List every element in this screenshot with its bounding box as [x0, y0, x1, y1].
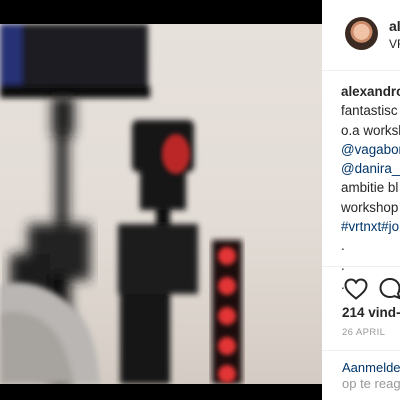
- login-prompt-text: op te reag: [342, 376, 400, 391]
- avatar[interactable]: [345, 17, 378, 50]
- location-link[interactable]: VR: [389, 37, 400, 51]
- post-photo[interactable]: [0, 24, 322, 384]
- post-side-panel: alexandro VR alexandro fantastisc o.a wo…: [322, 0, 400, 400]
- login-link[interactable]: Aanmelde: [342, 360, 400, 375]
- caption-line: workshop: [341, 199, 399, 215]
- post-date[interactable]: 26 APRIL: [342, 327, 385, 338]
- hashtag-link[interactable]: #vrtnxt#jo: [341, 219, 399, 234]
- caption-dot: .: [341, 238, 345, 254]
- mention-link[interactable]: @vagabor: [341, 142, 400, 157]
- heart-icon[interactable]: [344, 278, 368, 305]
- likes-count[interactable]: 214 vind-: [342, 305, 400, 320]
- divider: [322, 350, 400, 351]
- caption-username[interactable]: alexandro: [341, 84, 400, 99]
- caption-line: ambitie bl: [341, 180, 399, 196]
- caption: alexandro fantastisc o.a worksh @vagabor…: [341, 82, 400, 294]
- divider: [322, 266, 400, 267]
- comment-icon[interactable]: [378, 277, 400, 306]
- mention-link[interactable]: @danira__: [341, 161, 400, 176]
- caption-line: o.a worksh: [341, 122, 400, 138]
- post-header: alexandro VR: [322, 0, 400, 71]
- studio-scene: [0, 24, 242, 384]
- username-link[interactable]: alexandro: [389, 18, 400, 34]
- caption-line: fantastisc: [341, 103, 398, 119]
